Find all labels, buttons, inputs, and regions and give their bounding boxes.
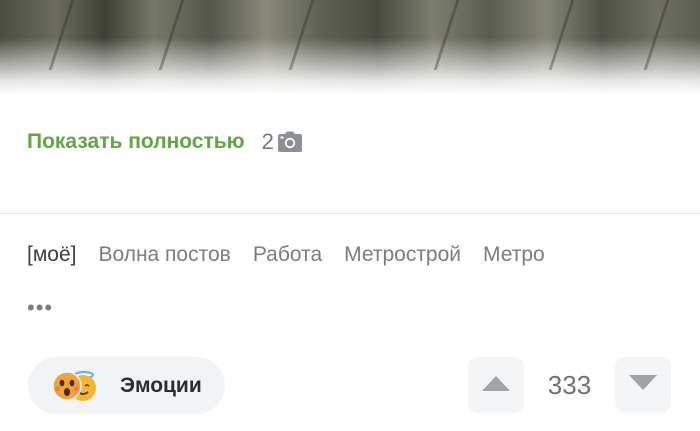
image-detail bbox=[288, 0, 315, 70]
rating-value: 333 bbox=[547, 370, 592, 400]
photo-count: 2 bbox=[261, 129, 274, 154]
image-detail bbox=[643, 0, 670, 70]
upvote-button[interactable] bbox=[468, 357, 524, 413]
tag-item[interactable]: Работа bbox=[253, 243, 322, 267]
tag-item[interactable]: Волна постов bbox=[98, 243, 230, 267]
show-more-row: Показать полностью 2 bbox=[27, 128, 303, 156]
show-more-link[interactable]: Показать полностью bbox=[27, 130, 245, 154]
downvote-button[interactable] bbox=[615, 357, 671, 413]
image-detail bbox=[433, 0, 460, 70]
section-divider bbox=[0, 213, 700, 214]
camera-icon bbox=[277, 131, 303, 153]
post-image-preview[interactable] bbox=[0, 0, 700, 95]
emotions-label: Эмоции bbox=[120, 373, 202, 397]
tag-item[interactable]: Метро bbox=[483, 243, 545, 267]
tag-item[interactable]: Метрострой bbox=[344, 243, 461, 267]
image-detail bbox=[48, 0, 75, 70]
shocked-face-icon bbox=[51, 370, 83, 402]
tag-list: [моё] Волна постов Работа Метрострой Мет… bbox=[27, 243, 545, 267]
triangle-down-icon bbox=[627, 374, 659, 397]
image-detail bbox=[158, 0, 185, 70]
emotions-icons bbox=[51, 367, 103, 405]
image-detail bbox=[548, 0, 575, 70]
tag-item[interactable]: [моё] bbox=[27, 243, 76, 267]
emotions-button[interactable]: Эмоции bbox=[28, 357, 225, 414]
more-tags-button[interactable]: ••• bbox=[27, 297, 53, 319]
triangle-up-icon bbox=[480, 374, 512, 397]
